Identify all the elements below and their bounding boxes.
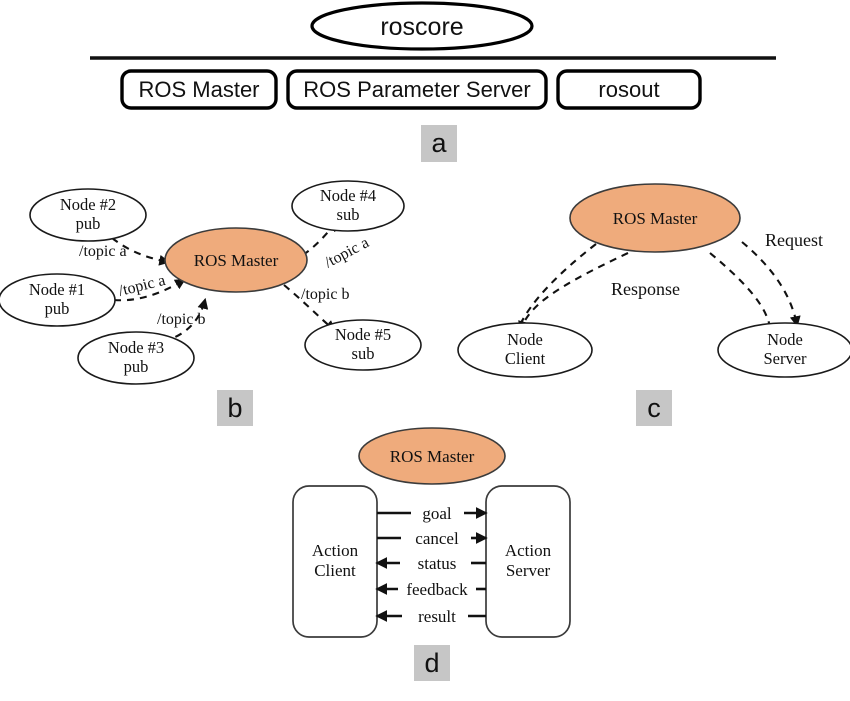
panel-label-c: c <box>636 390 672 426</box>
panel-label-d: d <box>414 645 450 681</box>
node-client-label-line1: Node <box>507 330 543 349</box>
panel-label-b: b <box>217 390 253 426</box>
panel-b: Node #2 pub Node #1 pub Node #3 pub Node… <box>0 180 422 385</box>
edge-master-to-server-request <box>741 241 801 328</box>
rosout-box-label: rosout <box>598 77 659 102</box>
panel-a: roscore ROS Master ROS Parameter Server … <box>90 1 776 110</box>
action-server-label-line2: Server <box>506 561 551 580</box>
topic-label-node4: /topic a <box>322 234 372 271</box>
panel-c: ROS Master Node Client Node Server Reque… <box>457 183 850 378</box>
panel-d-master-label: ROS Master <box>390 447 475 466</box>
action-client-label-line1: Action <box>312 541 359 560</box>
ros-master-box-label: ROS Master <box>138 77 259 102</box>
panel-label-a: a <box>421 125 457 162</box>
panel-b-master-label: ROS Master <box>194 251 279 270</box>
diagram-canvas: roscore ROS Master ROS Parameter Server … <box>0 1 850 638</box>
node-4-label-line2: sub <box>337 205 360 224</box>
edge-master-server-curve <box>709 252 772 328</box>
action-server-label-line1: Action <box>505 541 552 560</box>
topic-label-node1: /topic a <box>117 272 167 300</box>
goal-label: goal <box>422 504 452 523</box>
panel-d: ROS Master Action Client Action Server g… <box>292 427 571 638</box>
node-server-label-line2: Server <box>763 349 807 368</box>
action-client-label-line2: Client <box>314 561 356 580</box>
ros-parameter-server-box-label: ROS Parameter Server <box>303 77 530 102</box>
node-4-label-line1: Node #4 <box>320 186 376 205</box>
node-3-label-line2: pub <box>124 357 149 376</box>
node-5-label-line1: Node #5 <box>335 325 391 344</box>
node-2-label-line2: pub <box>76 214 101 233</box>
feedback-label: feedback <box>406 580 468 599</box>
roscore-label: roscore <box>380 13 463 41</box>
node-2-label-line1: Node #2 <box>60 195 116 214</box>
topic-label-node5: /topic b <box>301 286 349 303</box>
node-server-label-line1: Node <box>767 330 803 349</box>
topic-label-node2: /topic a <box>79 243 127 260</box>
node-1-label-line2: pub <box>45 299 70 318</box>
response-label: Response <box>611 279 680 299</box>
edge-master-client-left <box>519 243 597 326</box>
ros-architecture-figure: roscore ROS Master ROS Parameter Server … <box>0 0 850 701</box>
result-label: result <box>418 607 456 626</box>
node-1-label-line1: Node #1 <box>29 280 85 299</box>
node-client-label-line2: Client <box>505 349 546 368</box>
request-label: Request <box>765 230 823 250</box>
status-label: status <box>418 554 457 573</box>
panel-c-master-label: ROS Master <box>613 209 698 228</box>
cancel-label: cancel <box>415 529 459 548</box>
node-5-label-line2: sub <box>352 344 375 363</box>
node-3-label-line1: Node #3 <box>108 338 164 357</box>
topic-label-node3: /topic b <box>157 311 205 328</box>
